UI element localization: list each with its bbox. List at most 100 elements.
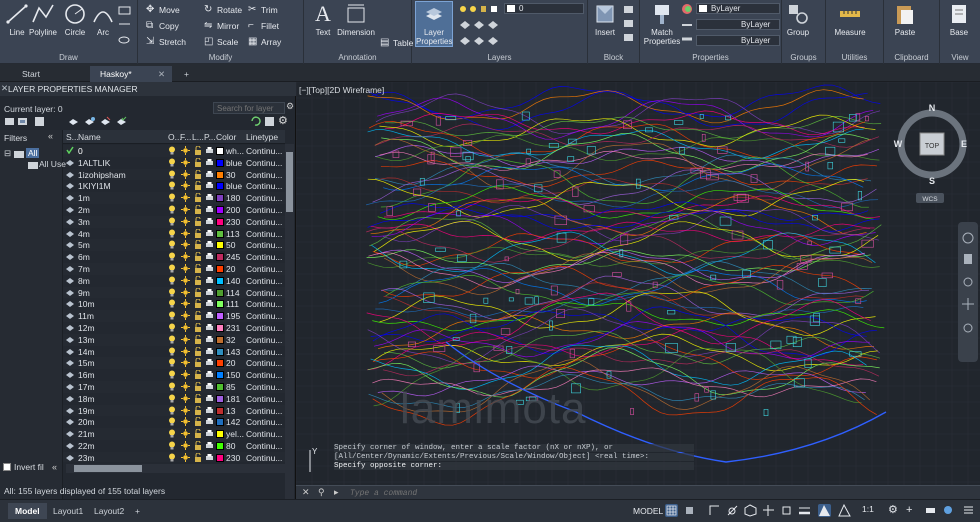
layer-unlock-icon[interactable] [194,429,202,439]
layer-on-bulb-icon[interactable] [168,406,176,415]
layer-color-value[interactable]: 245 [226,252,240,262]
layer-thaw-sun-icon[interactable] [181,381,190,391]
building-outline[interactable] [433,345,446,352]
layer-row[interactable]: 14m 143 Continu... [63,346,285,358]
layer-unlock-icon[interactable] [194,334,202,344]
property-small-icons[interactable] [681,3,693,43]
layer-unlock-icon[interactable] [194,393,202,403]
layer-on-bulb-icon[interactable] [168,429,176,438]
building-outline[interactable] [508,297,514,302]
layer-linetype[interactable]: Continu... [246,382,282,392]
layer-color-swatch[interactable] [216,205,224,214]
layer-thaw-sun-icon[interactable] [181,393,190,403]
annotation-scale-value[interactable]: 1:1 [862,504,886,517]
new-property-filter-icon[interactable] [4,116,15,127]
modify-panel-title[interactable]: Modify [138,53,303,62]
layer-color-swatch[interactable] [216,371,224,380]
layer-plot-printer-icon[interactable] [205,217,214,226]
compass-west[interactable]: W [894,139,903,149]
building-outline[interactable] [534,296,539,305]
layer-color-value[interactable]: 181 [226,394,240,404]
contour-line[interactable] [374,152,872,186]
layer-plot-printer-icon[interactable] [205,299,214,308]
layer-on-bulb-icon[interactable] [168,217,176,226]
layer-color-swatch[interactable] [216,170,224,179]
layer-linetype[interactable]: Continu... [246,158,282,168]
layer-linetype[interactable]: Continu... [246,323,282,333]
building-outline[interactable] [500,328,511,335]
layer-name[interactable]: 7m [78,264,90,274]
layer-row[interactable]: 2m 200 Continu... [63,204,285,216]
layer-name[interactable]: 20m [78,417,95,427]
layer-thaw-sun-icon[interactable] [181,181,190,191]
layer-on-bulb-icon[interactable] [168,394,176,403]
isolate-objects-icon[interactable] [924,504,937,517]
contour-line[interactable] [385,116,882,139]
annotation-visibility-icon[interactable] [818,504,831,517]
layer-color-swatch[interactable] [216,335,224,344]
building-outline[interactable] [548,143,559,148]
layer-row[interactable]: 20m 142 Continu... [63,416,285,428]
isodraft-icon[interactable] [744,504,757,517]
layer-thaw-sun-icon[interactable] [181,240,190,250]
layer-on-bulb-icon[interactable] [168,158,176,167]
layer-name[interactable]: 23m [78,453,95,462]
layer-linetype[interactable]: Continu... [246,193,282,203]
circle-tool[interactable]: Circle [60,2,90,37]
layer-color-value[interactable]: wh... [226,146,244,156]
layer-plot-printer-icon[interactable] [205,417,214,426]
building-outline[interactable] [776,280,784,290]
navigation-bar[interactable] [958,222,978,362]
model-tab[interactable]: Model [8,503,47,519]
viewcube[interactable]: TOP N S E W WCS [892,104,972,204]
table-tool[interactable]: ▤ Table [380,36,413,49]
col-status[interactable]: S... [66,132,79,142]
linetype-combo[interactable]: ByLayer [696,19,780,30]
layer-name[interactable]: 17m [78,382,95,392]
layer-plot-printer-icon[interactable] [205,358,214,367]
layer-row[interactable]: 21m yel... Continu... [63,428,285,440]
layer-thaw-sun-icon[interactable] [181,405,190,415]
utilities-panel-title[interactable]: Utilities [826,53,883,62]
layer-name[interactable]: 1izohipsham [78,170,126,180]
horizontal-scroll-thumb[interactable] [74,465,142,472]
layer-name[interactable]: 14m [78,347,95,357]
layer-color-value[interactable]: 85 [226,382,235,392]
building-outline[interactable] [526,148,532,154]
layer-on-bulb-icon[interactable] [168,170,176,179]
viewport-controls[interactable]: [−][Top][2D Wireframe] [299,85,384,95]
layer-name[interactable]: 3m [78,217,90,227]
layer-color-swatch[interactable] [216,300,224,309]
layer-color-value[interactable]: 143 [226,347,240,357]
layer-row[interactable]: 4m 113 Continu... [63,228,285,240]
new-tab-icon[interactable]: + [174,66,199,82]
layer-thaw-sun-icon[interactable] [181,452,190,462]
layer-row[interactable]: 1ALTLIK blue Continu... [63,157,285,169]
layer-thaw-sun-icon[interactable] [181,193,190,203]
building-outline[interactable] [611,272,622,277]
layer-linetype[interactable]: Continu... [246,146,282,156]
layer-thaw-sun-icon[interactable] [181,169,190,179]
layer-plot-printer-icon[interactable] [205,276,214,285]
groups-panel-title[interactable]: Groups [782,53,825,62]
col-name[interactable]: Name [78,132,101,142]
layer-linetype[interactable]: Continu... [246,181,282,191]
delete-layer-icon[interactable] [100,116,111,127]
layer-plot-printer-icon[interactable] [205,146,214,155]
layer-name[interactable]: 1ALTLIK [78,158,110,168]
layer-unlock-icon[interactable] [194,169,202,179]
collapse-pane-icon[interactable]: « [52,462,57,472]
layer-name[interactable]: 6m [78,252,90,262]
layer-row[interactable]: 1KIYI1M blue Continu... [63,180,285,192]
layer-row[interactable]: 7m 20 Continu... [63,262,285,275]
layer-thaw-sun-icon[interactable] [181,429,190,439]
layer-plot-printer-icon[interactable] [205,453,214,462]
layer-on-bulb-icon[interactable] [168,453,176,462]
layer-row[interactable]: 23m 230 Continu... [63,451,285,462]
measure-button[interactable]: Measure [832,2,868,37]
layer-name[interactable]: 0 [78,146,83,156]
layer-plot-printer-icon[interactable] [205,335,214,344]
contour-line[interactable] [369,213,882,260]
layer-name[interactable]: 11m [78,311,94,321]
vertical-scrollbar[interactable] [285,144,294,522]
